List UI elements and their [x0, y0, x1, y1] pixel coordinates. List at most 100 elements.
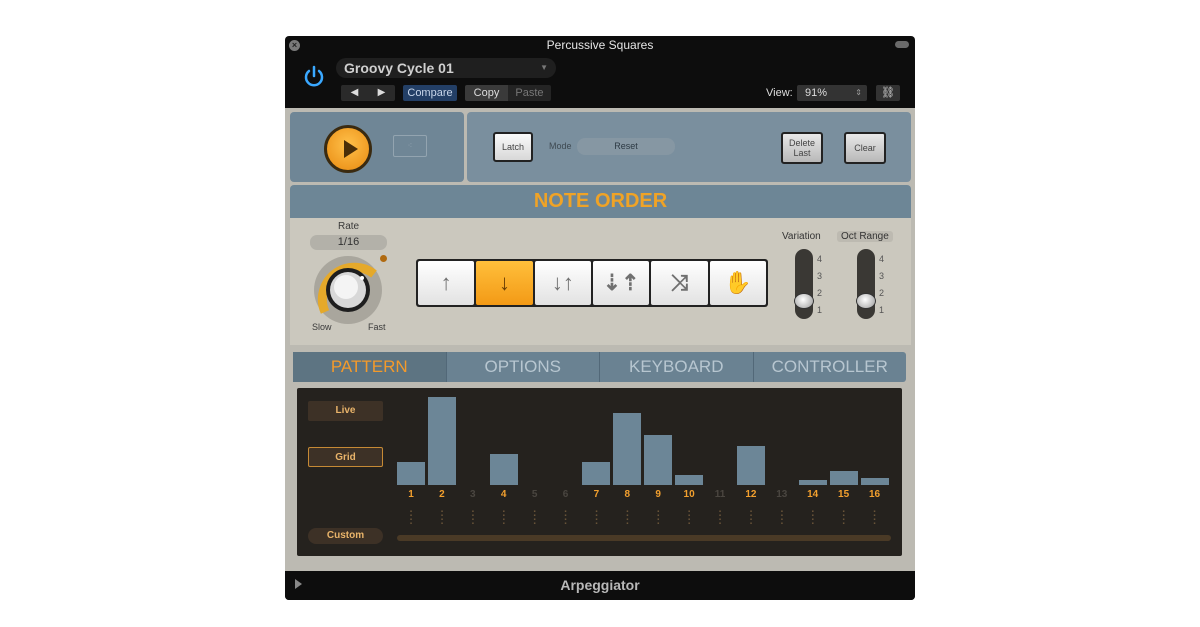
- link-icon: ⛓: [881, 87, 895, 99]
- step-number[interactable]: 6: [552, 489, 580, 500]
- step-tie-control[interactable]: ▪ ▪ ▪ ▪: [830, 509, 858, 527]
- oct-range-slider-thumb[interactable]: [856, 293, 876, 309]
- variation-label: Variation: [782, 231, 821, 242]
- step-tie-control[interactable]: ▪ ▪ ▪ ▪: [768, 509, 796, 527]
- step-velocity-bar[interactable]: [644, 435, 673, 485]
- delete-last-button[interactable]: Delete Last: [781, 132, 823, 164]
- step-number[interactable]: 12: [737, 489, 765, 500]
- step-number[interactable]: 15: [830, 489, 858, 500]
- step-tie-control[interactable]: ▪ ▪ ▪ ▪: [521, 509, 549, 527]
- step-velocity-bar[interactable]: [736, 446, 765, 485]
- toolbar-toggle-button[interactable]: [895, 41, 909, 48]
- tab-keyboard[interactable]: KEYBOARD: [600, 352, 754, 382]
- step-tie-control[interactable]: ▪ ▪ ▪ ▪: [552, 509, 580, 527]
- step-tie-control[interactable]: ▪ ▪ ▪ ▪: [490, 509, 518, 527]
- step-number[interactable]: 13: [768, 489, 796, 500]
- tab-options[interactable]: OPTIONS: [447, 352, 600, 382]
- oct-range-slider[interactable]: [856, 249, 876, 319]
- hand-icon: ✋: [724, 270, 752, 295]
- previous-preset-button[interactable]: ◀: [341, 85, 368, 101]
- pattern-editor: Live Grid Custom 1 ▪ ▪ ▪ ▪ 2 ▪ ▪ ▪ ▪ 3 ▪ ▪ ▪ ▪ 4 ▪ ▪ ▪ ▪ 5 ▪ ▪…: [297, 388, 902, 556]
- step-velocity-bar[interactable]: [860, 478, 889, 485]
- plugin-name: Arpeggiator: [560, 577, 640, 593]
- next-preset-button[interactable]: ▶: [368, 85, 395, 101]
- step-tie-control[interactable]: ▪ ▪ ▪ ▪: [582, 509, 610, 527]
- step-tie-control[interactable]: ▪ ▪ ▪ ▪: [397, 509, 425, 527]
- rate-value[interactable]: 1/16: [310, 235, 387, 250]
- step-tie-control[interactable]: ▪ ▪ ▪ ▪: [799, 509, 827, 527]
- step-tie-control[interactable]: ▪ ▪ ▪ ▪: [428, 509, 456, 527]
- rate-label: Rate: [338, 221, 360, 232]
- latch-button[interactable]: Latch: [493, 132, 533, 162]
- step-number[interactable]: 1: [397, 489, 425, 500]
- step-number[interactable]: 10: [675, 489, 703, 500]
- tick-label: 2: [879, 288, 885, 298]
- step-velocity-bar[interactable]: [675, 475, 704, 485]
- link-button[interactable]: ⛓: [876, 85, 900, 101]
- variation-slider-thumb[interactable]: [794, 293, 814, 309]
- order-as-played-button[interactable]: ✋: [709, 261, 766, 305]
- order-outside-in-button[interactable]: ⇣⇡: [592, 261, 650, 305]
- step-number[interactable]: 16: [861, 489, 889, 500]
- preset-name: Groovy Cycle 01: [344, 60, 454, 76]
- step-number[interactable]: 11: [706, 489, 734, 500]
- step-velocity-bar[interactable]: [582, 462, 611, 485]
- note-order-buttons: ↑ ↓ ↓↑ ⇣⇡ ⤨ ✋: [416, 259, 768, 307]
- custom-mode-button[interactable]: Custom: [308, 528, 383, 544]
- chord-mode-button[interactable]: ⁖: [393, 135, 427, 157]
- step-velocity-bar[interactable]: [613, 413, 642, 485]
- knob-max-label: Fast: [368, 322, 386, 332]
- power-icon[interactable]: [301, 64, 327, 90]
- tab-controller[interactable]: CONTROLLER: [754, 352, 907, 382]
- pattern-scrollbar[interactable]: [397, 535, 891, 541]
- step-velocity-bar[interactable]: [397, 462, 425, 485]
- step-tie-control[interactable]: ▪ ▪ ▪ ▪: [706, 509, 734, 527]
- copy-button[interactable]: Copy: [465, 85, 508, 101]
- step-tie-control[interactable]: ▪ ▪ ▪ ▪: [675, 509, 703, 527]
- oct-range-ticks: 4 3 2 1: [879, 251, 884, 319]
- grid-mode-button[interactable]: Grid: [308, 447, 383, 467]
- tick-label: 2: [817, 288, 823, 298]
- step-number[interactable]: 4: [490, 489, 518, 500]
- rate-knob[interactable]: [312, 254, 384, 326]
- step-tie-control[interactable]: ▪ ▪ ▪ ▪: [644, 509, 672, 527]
- play-button[interactable]: [324, 125, 372, 173]
- step-tie-control[interactable]: ▪ ▪ ▪ ▪: [613, 509, 641, 527]
- step-velocity-bar[interactable]: [798, 480, 827, 485]
- latch-panel: Latch Mode Reset Delete Last Clear: [467, 112, 911, 182]
- order-up-down-button[interactable]: ↓↑: [534, 261, 591, 305]
- live-mode-button[interactable]: Live: [308, 401, 383, 421]
- window-title: Percussive Squares: [546, 38, 654, 52]
- step-number[interactable]: 14: [799, 489, 827, 500]
- step-number[interactable]: 3: [459, 489, 487, 500]
- mode-select[interactable]: Reset: [577, 138, 675, 155]
- step-number[interactable]: 9: [644, 489, 672, 500]
- compare-button[interactable]: Compare: [403, 85, 457, 101]
- tick-label: 3: [879, 271, 885, 281]
- order-up-button[interactable]: ↑: [418, 261, 475, 305]
- step-velocity-bar[interactable]: [489, 454, 518, 485]
- step-number[interactable]: 2: [428, 489, 456, 500]
- paste-button[interactable]: Paste: [508, 85, 551, 101]
- step-tie-control[interactable]: ▪ ▪ ▪ ▪: [459, 509, 487, 527]
- arrow-up-icon: ↑: [440, 270, 452, 295]
- variation-slider[interactable]: [794, 249, 814, 319]
- step-tie-control[interactable]: ▪ ▪ ▪ ▪: [737, 509, 765, 527]
- order-down-button[interactable]: ↓: [476, 261, 533, 305]
- step-velocity-bar[interactable]: [829, 471, 858, 485]
- step-tie-control[interactable]: ▪ ▪ ▪ ▪: [861, 509, 889, 527]
- order-random-button[interactable]: ⤨: [651, 261, 708, 305]
- step-number[interactable]: 7: [582, 489, 610, 500]
- note-order-panel: Rate 1/16 Slow Fast ↑ ↓ ↓↑ ⇣⇡ ⤨ ✋ Variat…: [290, 218, 911, 345]
- arrows-up-down-icon: ↓↑: [551, 270, 574, 295]
- step-number[interactable]: 5: [521, 489, 549, 500]
- clear-button[interactable]: Clear: [844, 132, 886, 164]
- step-number[interactable]: 8: [613, 489, 641, 500]
- preset-menu[interactable]: Groovy Cycle 01 ▼: [336, 58, 556, 78]
- view-zoom-select[interactable]: 91% ⇕: [797, 85, 867, 101]
- stepper-icon: ⇕: [855, 88, 862, 97]
- tick-label: 4: [879, 254, 885, 264]
- play-icon: [344, 140, 358, 158]
- step-velocity-bar[interactable]: [427, 397, 456, 485]
- tab-pattern[interactable]: PATTERN: [293, 352, 447, 382]
